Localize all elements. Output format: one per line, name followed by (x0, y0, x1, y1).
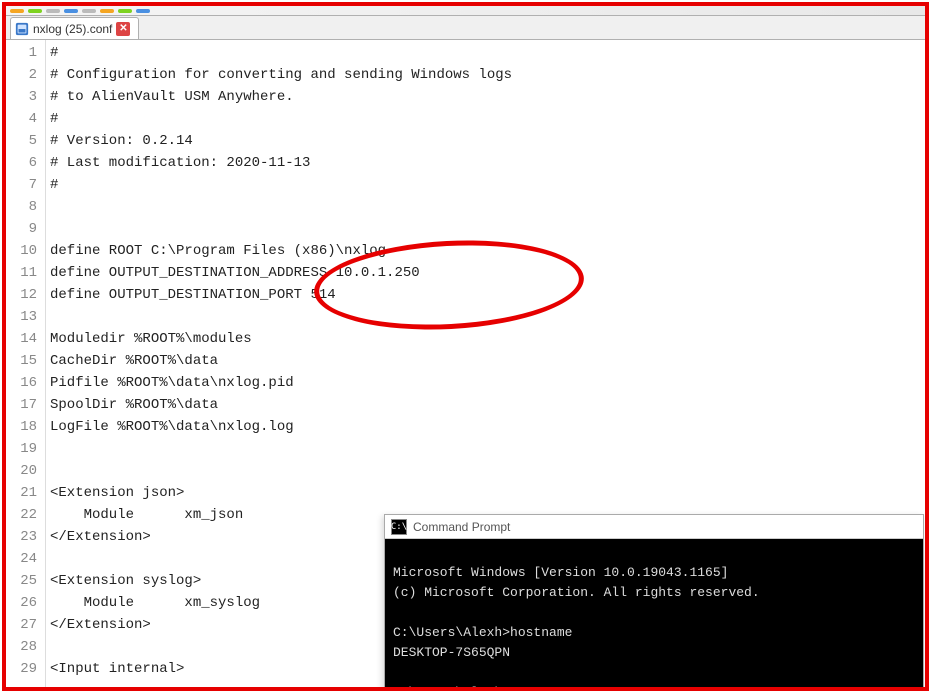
code-line[interactable]: # (46, 174, 925, 196)
toolbar-dot (46, 9, 60, 13)
toolbar-dot (82, 9, 96, 13)
command-prompt-title: Command Prompt (413, 520, 510, 534)
command-prompt-window[interactable]: C:\ Command Prompt Microsoft Windows [Ve… (384, 514, 924, 691)
line-number: 10 (6, 240, 37, 262)
line-number: 12 (6, 284, 37, 306)
line-number: 25 (6, 570, 37, 592)
code-line[interactable]: # to AlienVault USM Anywhere. (46, 86, 925, 108)
tab-filename: nxlog (25).conf (33, 22, 112, 36)
code-line[interactable] (46, 460, 925, 482)
code-line[interactable]: define OUTPUT_DESTINATION_PORT 514 (46, 284, 925, 306)
code-line[interactable]: SpoolDir %ROOT%\data (46, 394, 925, 416)
line-number: 18 (6, 416, 37, 438)
line-number: 7 (6, 174, 37, 196)
line-number: 4 (6, 108, 37, 130)
line-number: 22 (6, 504, 37, 526)
code-line[interactable]: Pidfile %ROOT%\data\nxlog.pid (46, 372, 925, 394)
code-line[interactable]: define OUTPUT_DESTINATION_ADDRESS 10.0.1… (46, 262, 925, 284)
code-line[interactable]: define ROOT C:\Program Files (x86)\nxlog (46, 240, 925, 262)
line-number: 20 (6, 460, 37, 482)
code-line[interactable] (46, 438, 925, 460)
line-number: 27 (6, 614, 37, 636)
line-number: 5 (6, 130, 37, 152)
code-line[interactable] (46, 218, 925, 240)
code-line[interactable]: # Version: 0.2.14 (46, 130, 925, 152)
line-number: 19 (6, 438, 37, 460)
file-icon (15, 22, 29, 36)
line-number: 6 (6, 152, 37, 174)
line-number-gutter: 1234567891011121314151617181920212223242… (6, 40, 46, 687)
cmd-line: DESKTOP-7S65QPN (393, 645, 510, 660)
line-number: 15 (6, 350, 37, 372)
file-tab[interactable]: nxlog (25).conf ✕ (10, 17, 139, 39)
line-number: 26 (6, 592, 37, 614)
command-prompt-body[interactable]: Microsoft Windows [Version 10.0.19043.11… (385, 539, 923, 691)
line-number: 11 (6, 262, 37, 284)
line-number: 3 (6, 86, 37, 108)
cmd-line: (c) Microsoft Corporation. All rights re… (393, 585, 760, 600)
cmd-line: C:\Users\Alexh> (393, 685, 510, 691)
cmd-line: Microsoft Windows [Version 10.0.19043.11… (393, 565, 728, 580)
screenshot-frame: nxlog (25).conf ✕ 1234567891011121314151… (2, 2, 929, 691)
tab-bar: nxlog (25).conf ✕ (6, 16, 925, 40)
line-number: 16 (6, 372, 37, 394)
toolbar-dot (118, 9, 132, 13)
line-number: 24 (6, 548, 37, 570)
line-number: 9 (6, 218, 37, 240)
line-number: 29 (6, 658, 37, 680)
toolbar-strip (6, 6, 925, 16)
line-number: 28 (6, 636, 37, 658)
toolbar-dot (136, 9, 150, 13)
code-line[interactable]: LogFile %ROOT%\data\nxlog.log (46, 416, 925, 438)
toolbar-dot (100, 9, 114, 13)
toolbar-dot (10, 9, 24, 13)
code-line[interactable]: # (46, 42, 925, 64)
toolbar-dot (64, 9, 78, 13)
toolbar-dot (28, 9, 42, 13)
code-line[interactable]: Moduledir %ROOT%\modules (46, 328, 925, 350)
cmd-line: C:\Users\Alexh>hostname (393, 625, 572, 640)
code-line[interactable]: # Configuration for converting and sendi… (46, 64, 925, 86)
close-icon[interactable]: ✕ (116, 22, 130, 36)
line-number: 17 (6, 394, 37, 416)
code-line[interactable]: # Last modification: 2020-11-13 (46, 152, 925, 174)
command-prompt-icon: C:\ (391, 519, 407, 535)
line-number: 1 (6, 42, 37, 64)
line-number: 14 (6, 328, 37, 350)
line-number: 21 (6, 482, 37, 504)
code-line[interactable]: CacheDir %ROOT%\data (46, 350, 925, 372)
line-number: 13 (6, 306, 37, 328)
code-line[interactable]: <Extension json> (46, 482, 925, 504)
code-line[interactable] (46, 196, 925, 218)
command-prompt-titlebar[interactable]: C:\ Command Prompt (385, 515, 923, 539)
line-number: 23 (6, 526, 37, 548)
line-number: 2 (6, 64, 37, 86)
code-line[interactable]: # (46, 108, 925, 130)
code-line[interactable] (46, 306, 925, 328)
line-number: 8 (6, 196, 37, 218)
